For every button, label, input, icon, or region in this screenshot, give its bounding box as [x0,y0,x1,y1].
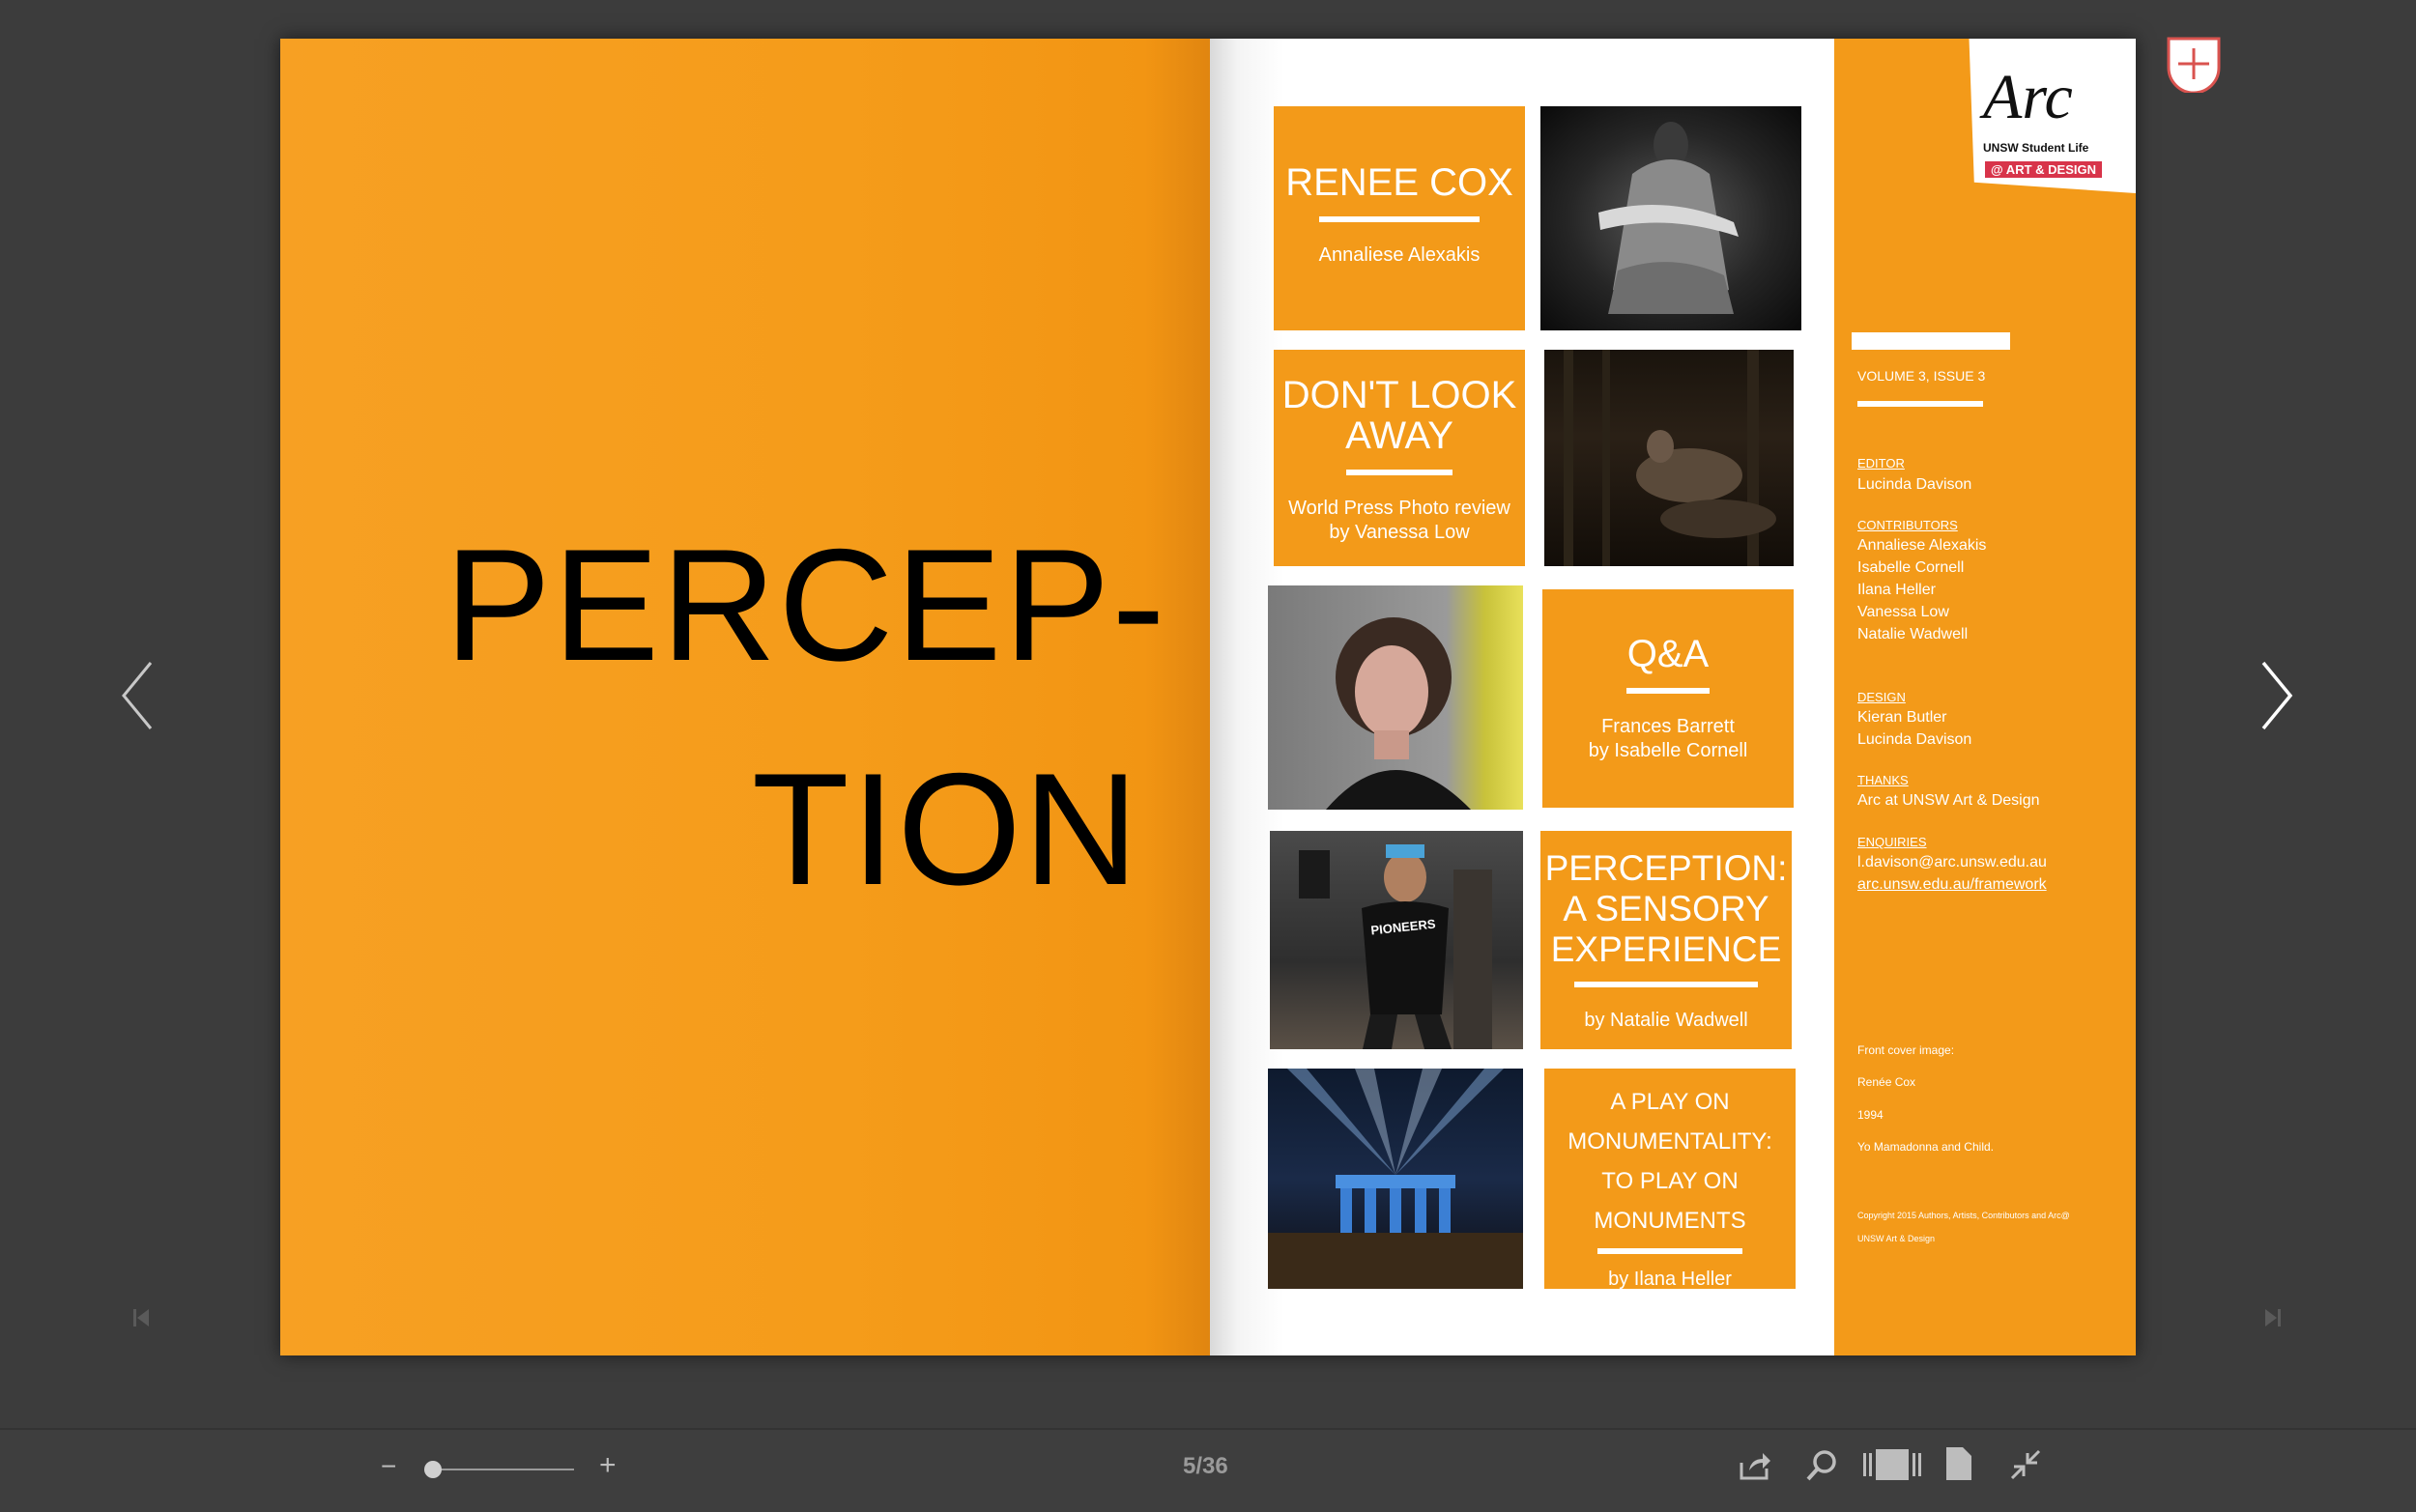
contributor-item: Natalie Wadwell [1857,626,1969,642]
tile-heading-line-4: MONUMENTS [1594,1208,1746,1234]
volume-underline [1857,401,1983,407]
contributor-item: Isabelle Cornell [1857,559,1965,576]
tile-subtitle-line-2: by Vanessa Low [1329,522,1470,543]
title-line-2: TION [751,740,1140,918]
design-item: Kieran Butler [1857,709,1947,726]
editor-label: EDITOR [1857,456,1905,471]
next-page-arrow-icon[interactable] [2258,657,2296,734]
design-list: Kieran Butler Lucinda Davison [1857,706,1971,751]
zoom-slider[interactable] [423,1461,574,1478]
tile-heading: Q&A [1626,633,1710,675]
search-icon[interactable] [1805,1447,1840,1482]
copyright-line-2: UNSW Art & Design [1857,1234,1936,1243]
sidebar-top-bar [1852,332,2010,350]
cover-year: 1994 [1857,1108,1884,1122]
contributors-list: Annaliese Alexakis Isabelle Cornell Ilan… [1857,534,1986,645]
monument-photo[interactable] [1268,1069,1523,1289]
tile-subtitle-line-2: by Isabelle Cornell [1588,740,1748,761]
arc-logo-text: Arc [1983,62,2073,132]
cover-image-label: Front cover image: [1857,1043,1955,1057]
tile-qa[interactable]: Q&A Frances Barrett by Isabelle Cornell [1542,589,1794,808]
last-page-icon[interactable] [2263,1306,2283,1329]
thanks-label: THANKS [1857,773,1909,787]
zoom-slider-knob[interactable] [423,1461,442,1478]
performer-photo[interactable]: PIONEERS [1270,831,1523,1049]
enquiries-email[interactable]: l.davison@arc.unsw.edu.au [1857,851,2047,873]
design-item: Lucinda Davison [1857,731,1972,748]
left-page[interactable]: PERCEP- TION [280,39,1210,1355]
arc-logo-subtitle: UNSW Student Life [1983,141,2089,155]
editor-name: Lucinda Davison [1857,476,1972,493]
cover-artist: Renée Cox [1857,1075,1916,1089]
tile-subtitle: Annaliese Alexakis [1318,244,1481,266]
portrait-photo[interactable] [1268,585,1523,810]
tile-heading-line-2: A SENSORY [1563,889,1769,928]
arc-logo[interactable]: Arc UNSW Student Life @ ART & DESIGN [1969,39,2136,193]
cover-title: Yo Mamadonna and Child. [1857,1140,1994,1154]
tile-divider [1319,216,1480,222]
tile-play-on-monumentality[interactable]: A PLAY ON MONUMENTALITY: TO PLAY ON MONU… [1544,1069,1796,1290]
dark-figures-photo[interactable] [1544,350,1794,566]
arc-logo-badge: @ ART & DESIGN [1985,161,2102,178]
tile-divider [1597,1248,1742,1254]
share-icon[interactable] [1738,1449,1772,1482]
copyright-line-1: Copyright 2015 Authors, Artists, Contrib… [1857,1211,2070,1220]
flipbook-viewer: PERCEP- TION RENEE COX Annaliese Alexaki… [0,0,2416,1428]
tile-divider [1626,688,1710,694]
tile-heading: RENEE COX [1285,161,1513,204]
tile-heading-line-1: PERCEPTION: [1544,848,1788,888]
tile-subtitle-line-1: Frances Barrett [1601,716,1735,737]
exit-fullscreen-icon[interactable] [2010,1449,2041,1480]
tile-divider [1346,470,1452,475]
page-indicator[interactable]: 5/36 [1183,1453,1228,1480]
zoom-out-button[interactable]: − [381,1451,396,1482]
contributor-item: Annaliese Alexakis [1857,537,1987,554]
tile-heading-line-1: A PLAY ON [1610,1089,1730,1115]
contributor-item: Vanessa Low [1857,604,1949,620]
page-title: PERCEP- TION [445,493,1167,941]
tile-subtitle-line-1: World Press Photo review [1288,498,1510,519]
tile-divider [1574,982,1758,987]
design-label: DESIGN [1857,690,1906,704]
tile-dont-look-away[interactable]: DON'T LOOK AWAY World Press Photo review… [1274,350,1525,566]
zoom-slider-track [425,1469,574,1470]
previous-page-arrow-icon[interactable] [118,657,157,734]
contributors-label: CONTRIBUTORS [1857,518,1958,532]
tile-heading-line-3: TO PLAY ON [1601,1168,1739,1194]
tile-heading-line-2: AWAY [1345,414,1453,457]
tile-heading-line-1: DON'T LOOK [1281,374,1517,416]
tile-renee-cox[interactable]: RENEE COX Annaliese Alexakis [1274,106,1525,330]
magazine-spread: PERCEP- TION RENEE COX Annaliese Alexaki… [280,39,2136,1355]
tile-heading-line-2: MONUMENTALITY: [1568,1128,1772,1155]
tile-perception-sensory[interactable]: PERCEPTION: A SENSORY EXPERIENCE by Nata… [1540,831,1792,1049]
pieta-photo[interactable] [1540,106,1801,330]
first-page-icon[interactable] [131,1306,151,1329]
contributor-item: Ilana Heller [1857,582,1936,598]
enquiries-label: ENQUIRIES [1857,835,1927,849]
add-bookmark-icon[interactable] [2165,35,2223,93]
tile-subtitle: by Ilana Heller [1608,1269,1732,1290]
thumbnails-icon[interactable] [1863,1449,1921,1480]
tile-subtitle: by Natalie Wadwell [1584,1010,1748,1031]
bottom-toolbar: − + 5/36 [0,1428,2416,1512]
single-page-icon[interactable] [1946,1447,1971,1480]
enquiries-website-link[interactable]: arc.unsw.edu.au/framework [1857,873,2047,896]
volume-issue: VOLUME 3, ISSUE 3 [1857,368,1986,384]
thanks-text: Arc at UNSW Art & Design [1857,792,2040,809]
zoom-in-button[interactable]: + [599,1449,617,1482]
tile-heading-line-3: EXPERIENCE [1550,929,1782,969]
title-line-1: PERCEP- [445,516,1167,694]
